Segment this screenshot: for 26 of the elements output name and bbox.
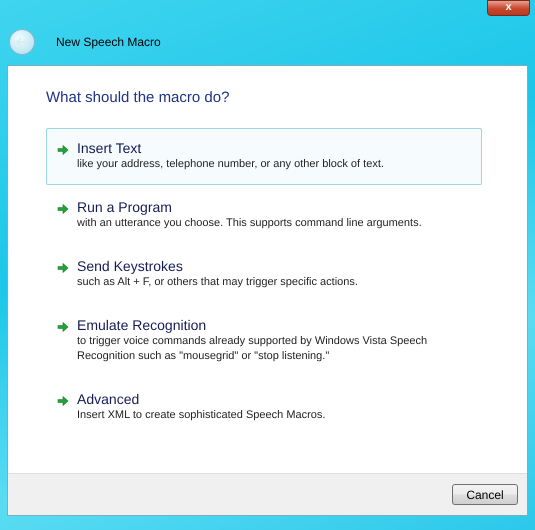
option-title: Advanced [77, 390, 140, 408]
option-description: Insert XML to create sophisticated Speech Macros. [77, 408, 326, 422]
option-title: Send Keystrokes [77, 256, 184, 274]
heading: What should the macro do? [46, 88, 230, 108]
arrow-icon [57, 144, 69, 156]
option-link[interactable]: Run a Program with an utterance you choose. This supports command line arguments. [46, 186, 482, 244]
arrow-icon [57, 394, 69, 406]
arrow-icon [57, 202, 69, 214]
option-title: Insert Text [77, 138, 142, 156]
option-title: Emulate Recognition [77, 316, 208, 334]
option-link[interactable]: Emulate Recognition to trigger voice commands already supported by Windows Vista Speech Recognition such as "mousegrid" or "stop listening." [46, 304, 482, 376]
option-description: with an utterance you choose. This supports command line arguments. [77, 216, 422, 230]
option-description: to trigger voice commands already supported by Windows Vista Speech Recognition such as "mousegrid" or "stop listening." [77, 334, 428, 364]
cancel-button[interactable]: Cancel [452, 484, 518, 505]
arrow-icon [57, 262, 69, 274]
back-arrow-icon [16, 36, 28, 46]
close-button[interactable]: x [487, 0, 530, 16]
option-description: such as Alt + F, or others that may trigger specific actions. [77, 274, 358, 290]
back-button[interactable] [9, 28, 35, 54]
arrow-icon [57, 320, 69, 332]
option-description: like your address, telephone number, or any other block of text. [77, 156, 384, 172]
option-link[interactable]: Advanced Insert XML to create sophisticated Speech Macros. [46, 378, 482, 436]
option-title: Run a Program [77, 198, 173, 216]
window-title: New Speech Macro [56, 34, 161, 50]
option-link[interactable]: Insert Text like your address, telephone number, or any other block of text. [46, 128, 482, 184]
option-link[interactable]: Send Keystrokes such as Alt + F, or others that may trigger specific actions. [46, 246, 482, 302]
